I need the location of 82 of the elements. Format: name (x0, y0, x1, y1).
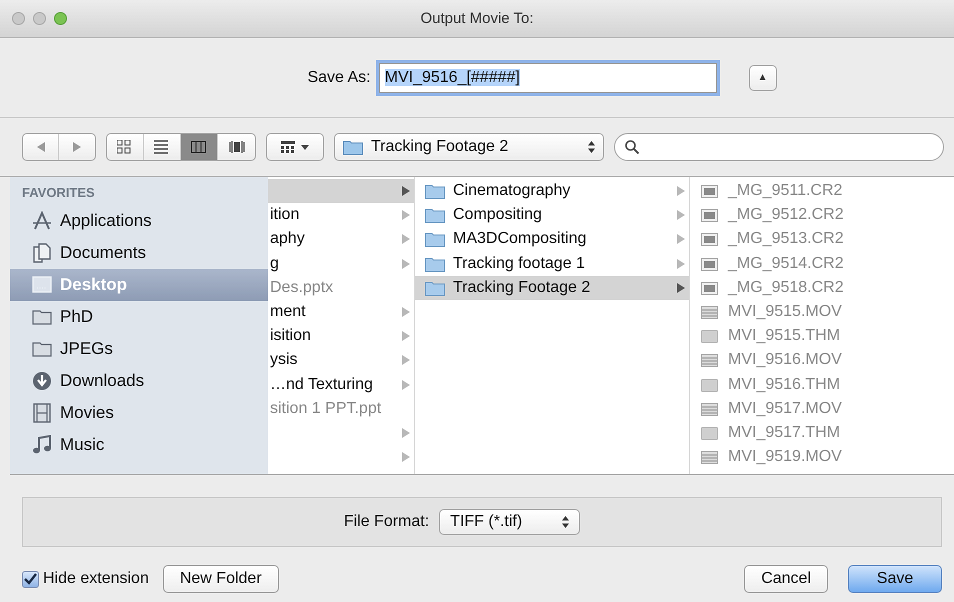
hide-extension-checkbox[interactable] (22, 570, 39, 588)
view-mode-button[interactable] (181, 134, 218, 160)
image-file-icon (700, 182, 720, 200)
window-title: Output Movie To: (420, 10, 534, 27)
close-button[interactable] (12, 12, 25, 25)
download-icon (32, 371, 52, 391)
caret-icon (301, 144, 309, 150)
grid-icon (281, 141, 295, 153)
stepper-icon (588, 141, 595, 153)
folder-icon (425, 206, 445, 224)
file-list-item[interactable]: Compositing (415, 203, 689, 228)
music-note-icon (32, 435, 52, 455)
back-arrow-icon (36, 142, 44, 152)
sidebar-item[interactable]: Applications (10, 205, 268, 237)
sidebar-item[interactable]: Movies (10, 397, 268, 429)
disclosure-arrow-icon (677, 234, 685, 244)
expand-button[interactable]: ▲ (748, 64, 777, 90)
file-format-select[interactable]: TIFF (*.tif) (439, 509, 580, 535)
file-list-item[interactable]: Cinematography (415, 179, 689, 204)
disclosure-arrow-icon (677, 282, 685, 293)
disclosure-arrow-icon (402, 355, 410, 366)
stepper-icon (562, 516, 570, 528)
thumbnail-file-icon (700, 327, 720, 346)
documents-icon (32, 243, 52, 263)
list-icon (154, 140, 170, 154)
file-list-item[interactable]: aphy (268, 227, 414, 252)
disclosure-arrow-icon (677, 210, 685, 220)
sidebar-heading: FAVORITES (21, 184, 96, 202)
file-format-label: File Format: (344, 512, 430, 532)
file-list-item[interactable]: …nd Texturing (268, 372, 414, 397)
disclosure-arrow-icon (402, 307, 410, 318)
file-list-item[interactable]: g (268, 252, 414, 276)
file-list-item[interactable]: ment (268, 300, 414, 324)
sidebar-item[interactable]: Music (10, 429, 268, 461)
save-as-label: Save As: (307, 68, 371, 88)
image-file-icon (700, 206, 720, 224)
forward-arrow-icon (73, 142, 81, 152)
cover-flow-icon (228, 140, 244, 154)
disclosure-arrow-icon (402, 331, 410, 342)
disclosure-arrow-icon (402, 380, 410, 390)
columns-icon (191, 140, 207, 154)
search-icon (625, 140, 639, 154)
minimize-button[interactable] (33, 12, 46, 25)
file-list-item[interactable]: isition (268, 324, 414, 348)
folder-icon (425, 182, 445, 200)
dialog-button[interactable]: Save (848, 565, 942, 593)
checkmark-icon (24, 573, 37, 585)
disclosure-arrow-icon (402, 428, 410, 438)
zoom-button[interactable] (54, 12, 67, 25)
arrange-button[interactable] (266, 133, 324, 161)
file-list-item[interactable]: ysis (268, 348, 414, 372)
folder-icon (425, 230, 445, 248)
view-mode-control[interactable] (106, 133, 256, 161)
disclosure-arrow-icon (677, 186, 685, 196)
search-field[interactable] (614, 133, 944, 161)
file-list-item[interactable] (268, 179, 414, 204)
sidebar-item[interactable]: Documents (10, 237, 268, 269)
hide-extension-label[interactable]: Hide extension (43, 567, 149, 591)
video-file-icon (700, 351, 720, 370)
folder-icon (343, 139, 363, 155)
video-file-icon (700, 448, 720, 466)
file-list-item[interactable]: Tracking footage 1 (415, 252, 689, 276)
disclosure-arrow-icon (402, 186, 410, 196)
sidebar-item[interactable]: Downloads (10, 365, 268, 397)
disclosure-arrow-icon (402, 234, 410, 244)
sidebar-item[interactable]: PhD (10, 301, 268, 333)
disclosure-arrow-icon (402, 452, 410, 462)
location-popup[interactable]: Tracking Footage 2 (334, 133, 604, 161)
disclosure-arrow-icon (677, 258, 685, 269)
file-list-item[interactable]: Tracking Footage 2 (415, 276, 689, 300)
dialog-button[interactable]: Cancel (744, 565, 828, 593)
grid-icon (117, 140, 133, 154)
file-list-item[interactable]: ition (268, 203, 414, 228)
image-file-icon (700, 230, 720, 248)
desktop-icon (32, 275, 52, 295)
sidebar-item[interactable]: JPEGs (10, 333, 268, 365)
film-icon (32, 403, 52, 423)
file-list-item[interactable]: MA3DCompositing (415, 227, 689, 252)
disclosure-arrow-icon (402, 258, 410, 269)
disclosure-arrow-icon (402, 210, 410, 220)
video-file-icon (700, 303, 720, 322)
dialog-button[interactable]: New Folder (162, 565, 279, 593)
